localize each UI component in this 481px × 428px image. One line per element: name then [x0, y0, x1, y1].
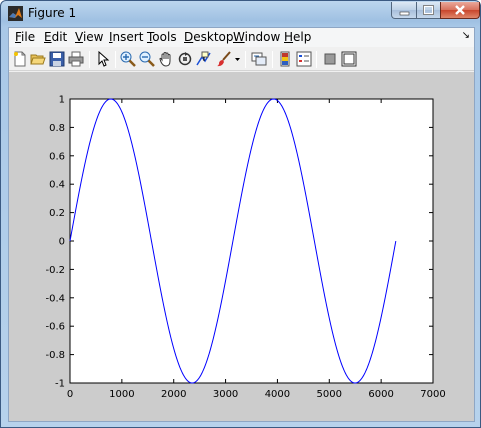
x-tick-label: 2000: [161, 389, 186, 400]
menu-desktop[interactable]: Desktop: [184, 30, 234, 44]
dock-figure-icon[interactable]: ↘: [462, 30, 470, 41]
minimize-button[interactable]: [391, 2, 417, 19]
close-icon: [455, 5, 465, 15]
minimize-icon: [399, 11, 410, 16]
menu-bar: File Edit View Insert Tools Desktop Wind…: [9, 28, 474, 47]
save-icon[interactable]: [49, 51, 65, 67]
maximize-icon: [423, 5, 434, 15]
toolbar-separator: [89, 51, 90, 68]
title-bar[interactable]: Figure 1: [1, 1, 480, 25]
figure-window: Figure 1 File Edit View Insert Tools Des…: [0, 0, 481, 428]
y-tick-label: -1: [55, 379, 65, 390]
menu-insert[interactable]: Insert: [109, 30, 143, 44]
x-tick-label: 0: [67, 389, 73, 400]
pan-hand-icon[interactable]: [158, 51, 174, 67]
menu-edit[interactable]: Edit: [44, 30, 67, 44]
insert-legend-icon[interactable]: [296, 51, 312, 67]
figure-toolbar: [9, 47, 474, 71]
y-tick-label: -0.8: [45, 350, 65, 361]
y-tick-label: 0: [59, 237, 65, 248]
menu-view[interactable]: View: [75, 30, 103, 44]
zoom-out-icon[interactable]: [139, 51, 155, 67]
matlab-logo-icon: [8, 6, 23, 21]
insert-colorbar-icon[interactable]: [277, 51, 293, 67]
axes-background: [69, 98, 434, 384]
toolbar-separator: [245, 51, 246, 68]
hide-plot-tools-icon[interactable]: [322, 51, 338, 67]
toolbar-separator: [316, 51, 317, 68]
brush-dropdown-icon[interactable]: [234, 51, 241, 67]
new-figure-icon[interactable]: [12, 51, 28, 67]
y-tick-label: -0.4: [45, 293, 65, 304]
x-tick-label: 3000: [213, 389, 238, 400]
y-tick-label: 0.6: [49, 151, 65, 162]
menu-window[interactable]: Window: [233, 30, 280, 44]
y-tick-label: 0.8: [49, 123, 65, 134]
print-icon[interactable]: [68, 51, 84, 67]
y-tick-label: -0.2: [45, 265, 65, 276]
show-plot-tools-icon[interactable]: [341, 51, 357, 67]
y-tick-label: 0.2: [49, 208, 65, 219]
x-tick-label: 1000: [109, 389, 134, 400]
zoom-in-icon[interactable]: [120, 51, 136, 67]
line-plot[interactable]: 0 1000 2000 3000 4000 5000 6000 7000 -1 -0.8 -0.6 -…: [9, 72, 474, 421]
x-tick-label: 6000: [368, 389, 393, 400]
figure-canvas[interactable]: 0 1000 2000 3000 4000 5000 6000 7000 -1 -0.8 -0.6 -…: [9, 72, 474, 421]
close-button[interactable]: [440, 2, 480, 19]
menu-file[interactable]: File: [15, 30, 35, 44]
open-file-icon[interactable]: [30, 51, 46, 67]
menu-tools[interactable]: Tools: [147, 30, 177, 44]
y-tick-label: 1: [59, 95, 65, 106]
brush-icon[interactable]: [216, 51, 232, 67]
toolbar-separator: [115, 51, 116, 68]
link-plot-icon[interactable]: [251, 51, 267, 67]
toolbar-separator: [272, 51, 273, 68]
maximize-button[interactable]: [416, 2, 441, 19]
x-tick-label: 4000: [265, 389, 290, 400]
y-tick-label: -0.6: [45, 322, 65, 333]
y-tick-label: 0.4: [49, 180, 65, 191]
menu-help[interactable]: Help: [284, 30, 311, 44]
data-cursor-icon[interactable]: [196, 51, 212, 67]
select-arrow-icon[interactable]: [95, 51, 111, 67]
x-tick-label: 7000: [420, 389, 445, 400]
figure-client: File Edit View Insert Tools Desktop Wind…: [8, 27, 475, 422]
x-tick-label: 5000: [317, 389, 342, 400]
window-title: Figure 1: [28, 6, 77, 20]
rotate-3d-icon[interactable]: [177, 51, 193, 67]
